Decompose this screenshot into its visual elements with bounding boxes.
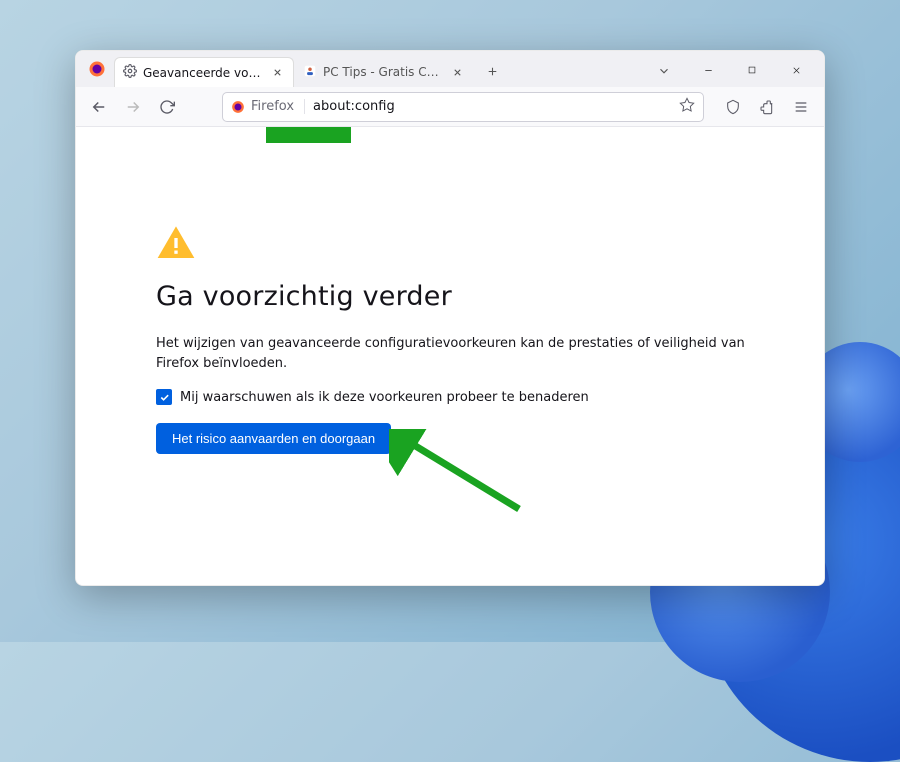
bookmark-star-icon[interactable] [679, 97, 695, 117]
warn-checkbox[interactable] [156, 389, 172, 405]
pocket-button[interactable] [718, 92, 748, 122]
app-menu-button[interactable] [786, 92, 816, 122]
tab-pctips[interactable]: PC Tips - Gratis Computer Tips, [294, 57, 474, 87]
warning-body: Het wijzigen van geavanceerde configurat… [156, 334, 756, 373]
navigation-toolbar: Firefox about:config [76, 87, 824, 127]
warning-title: Ga voorzichtig verder [156, 281, 756, 312]
close-tab-icon[interactable] [269, 65, 285, 81]
tab-label: Geavanceerde voorkeuren [143, 66, 263, 80]
warning-triangle-icon [156, 223, 196, 263]
annotation-highlight [266, 127, 351, 143]
close-window-button[interactable] [774, 53, 818, 87]
warn-checkbox-row: Mij waarschuwen als ik deze voorkeuren p… [156, 389, 756, 405]
accept-risk-button[interactable]: Het risico aanvaarden en doorgaan [156, 423, 391, 454]
url-bar[interactable]: Firefox about:config [222, 92, 704, 122]
window-controls [686, 53, 818, 87]
tabs-dropdown-button[interactable] [650, 57, 678, 85]
minimize-button[interactable] [686, 53, 730, 87]
browser-window: Geavanceerde voorkeuren PC Tips - Gratis… [75, 50, 825, 586]
gear-icon [123, 64, 137, 81]
address-text: about:config [313, 99, 671, 114]
new-tab-button[interactable] [478, 57, 506, 85]
maximize-button[interactable] [730, 53, 774, 87]
warn-checkbox-label: Mij waarschuwen als ik deze voorkeuren p… [180, 390, 589, 405]
tab-label: PC Tips - Gratis Computer Tips, [323, 65, 443, 79]
about-config-warning: Ga voorzichtig verder Het wijzigen van g… [156, 223, 756, 454]
site-icon [303, 64, 317, 81]
tab-advanced-preferences[interactable]: Geavanceerde voorkeuren [114, 57, 294, 87]
tab-strip: Geavanceerde voorkeuren PC Tips - Gratis… [76, 51, 824, 87]
page-content: Ga voorzichtig verder Het wijzigen van g… [76, 127, 824, 585]
extensions-button[interactable] [752, 92, 782, 122]
forward-button[interactable] [118, 92, 148, 122]
close-tab-icon[interactable] [449, 64, 465, 80]
identity-label: Firefox [251, 99, 294, 114]
firefox-logo-icon [84, 56, 110, 82]
back-button[interactable] [84, 92, 114, 122]
identity-box[interactable]: Firefox [231, 99, 305, 114]
reload-button[interactable] [152, 92, 182, 122]
